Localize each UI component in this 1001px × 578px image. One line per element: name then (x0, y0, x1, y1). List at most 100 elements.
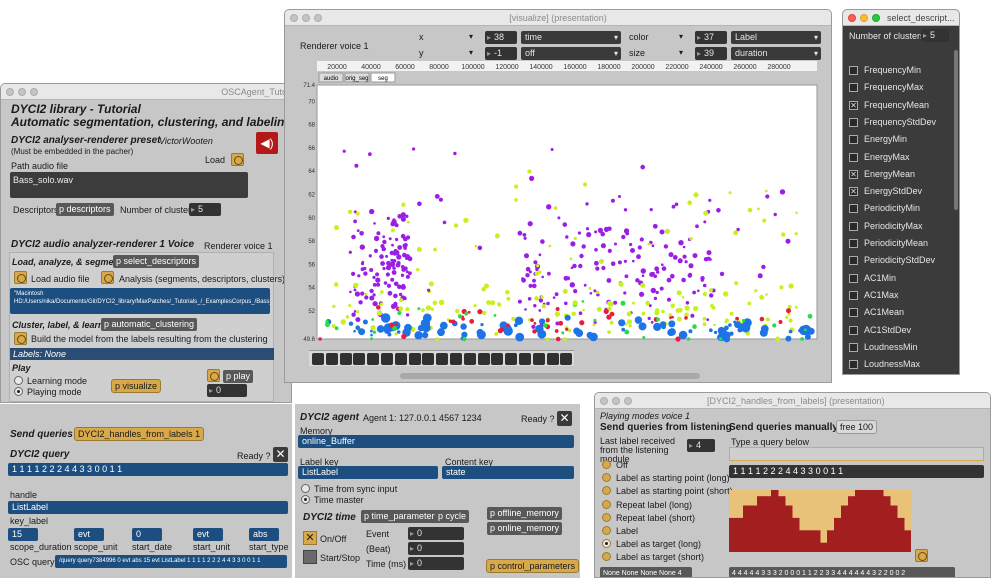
descriptor-checkbox-ac1min[interactable] (849, 273, 858, 283)
descriptor-checkbox-loudnessmax[interactable] (849, 360, 858, 370)
color-select[interactable]: Label (731, 31, 821, 44)
agent-close-button[interactable]: ✕ (557, 411, 572, 426)
timems-number[interactable]: 0 (408, 557, 464, 570)
auto-cluster-object[interactable]: p automatic_clustering (101, 318, 198, 331)
playing-mode-radio[interactable] (14, 387, 23, 396)
size-select[interactable]: duration (731, 47, 821, 60)
param-start-unit[interactable]: evt (193, 528, 223, 541)
mode-radio[interactable] (602, 473, 611, 483)
x-select[interactable]: time (521, 31, 621, 44)
descriptor-checkbox-energystddev[interactable]: ✕ (849, 187, 858, 197)
toolbar-tool-icon[interactable] (325, 353, 338, 365)
descriptor-checkbox-ac1mean[interactable] (849, 308, 858, 318)
descriptor-checkbox-periodicitymin[interactable] (849, 204, 858, 214)
y-select[interactable]: off (521, 47, 621, 60)
descriptor-checkbox-ac1max[interactable] (849, 290, 858, 300)
mode-radio[interactable] (602, 526, 611, 535)
online-memory-object[interactable]: p online_memory (487, 522, 563, 535)
minimize-light[interactable] (860, 14, 868, 22)
mode-radio[interactable] (602, 512, 611, 522)
color-dropdown-arrow[interactable]: ▾ (679, 32, 683, 41)
play-toggle[interactable] (207, 369, 220, 382)
horizontal-scrollbar[interactable] (400, 373, 700, 379)
mode-radio[interactable] (602, 460, 611, 469)
play-object[interactable]: p play (223, 370, 254, 383)
param-start-date[interactable]: 0 (132, 528, 162, 541)
param-start-type[interactable]: abs (249, 528, 279, 541)
multislider[interactable] (729, 490, 911, 552)
close-light[interactable] (848, 14, 856, 22)
descriptors-object[interactable]: p descriptors (56, 203, 114, 216)
mode-radio[interactable] (602, 499, 611, 509)
window-controls[interactable] (6, 88, 38, 96)
last-label-number[interactable]: 4 (687, 439, 715, 452)
descriptor-checkbox-periodicitymean[interactable] (849, 239, 858, 248)
select-descriptors-titlebar[interactable]: select_descript... (843, 10, 959, 26)
vertical-scrollbar[interactable] (954, 50, 958, 210)
learning-mode-radio[interactable] (14, 376, 23, 385)
descriptor-checkbox-energymax[interactable] (849, 152, 858, 162)
handle-value[interactable]: ListLabel (8, 501, 288, 514)
audio-file-field[interactable]: Bass_solo.wav (10, 172, 248, 198)
color-number[interactable]: 37 (695, 31, 727, 44)
memory-value[interactable]: online_Buffer (298, 435, 574, 448)
toolbar-tool-icon[interactable] (339, 353, 352, 365)
close-light[interactable] (290, 14, 298, 22)
free-message[interactable]: free 100 (836, 420, 878, 434)
cycle-object[interactable]: p cycle (435, 510, 470, 523)
toolbar-tool-icon[interactable] (546, 353, 559, 365)
full-path-message[interactable]: "Macintosh HD:/Users/nika/Documents/Git/… (10, 288, 270, 314)
offline-memory-object[interactable]: p offline_memory (487, 507, 562, 520)
query-sequence[interactable]: 1 1 1 1 2 2 2 4 4 3 3 0 0 1 1 (8, 463, 288, 476)
zoom-light[interactable] (30, 88, 38, 96)
toolbar-tool-icon[interactable] (312, 353, 324, 365)
query-close-button[interactable]: ✕ (273, 447, 288, 462)
event-number[interactable]: 0 (408, 527, 464, 540)
osc-agent-titlebar[interactable]: OSCAgent_Tuto (1, 84, 291, 100)
y-number[interactable]: -1 (485, 47, 517, 60)
onoff-toggle[interactable]: ✕ (303, 531, 317, 545)
scatter-plot[interactable]: 20000 40000 60000 80000 100000 120000 140000 16… (303, 61, 821, 345)
nclusters-number[interactable]: 5 (189, 203, 221, 216)
speaker-button[interactable]: ◀) (256, 132, 278, 154)
zoom-light[interactable] (314, 14, 322, 22)
play-number[interactable]: 0 (207, 384, 247, 397)
window-controls[interactable] (848, 14, 880, 22)
osc-query-value[interactable]: /query query7384996 0 evt abs 15 evt Lis… (55, 555, 287, 568)
visualize-titlebar[interactable]: [visualize] (presentation) (285, 10, 831, 26)
query-text-input[interactable] (729, 447, 984, 461)
descriptor-checkbox-energymin[interactable] (849, 135, 858, 145)
toolbar-tool-icon[interactable] (477, 353, 490, 365)
close-light[interactable] (6, 88, 14, 96)
mode-radio[interactable] (602, 552, 611, 562)
send-query-toggle[interactable] (915, 549, 928, 562)
zoom-light[interactable] (872, 14, 880, 22)
toolbar-tool-icon[interactable] (519, 353, 531, 365)
label-key-value[interactable]: ListLabel (298, 466, 438, 479)
load-toggle[interactable] (231, 153, 244, 166)
toolbar-tool-icon[interactable] (422, 353, 435, 365)
descriptor-checkbox-ac1stddev[interactable] (849, 325, 858, 335)
descriptor-checkbox-frequencymax[interactable] (849, 83, 858, 93)
descriptor-checkbox-frequencymean[interactable]: ✕ (849, 100, 858, 110)
time-params-object[interactable]: p time_parameters (361, 510, 443, 523)
descriptor-checkbox-periodicitymax[interactable] (849, 221, 858, 231)
handles-object[interactable]: DYCI2_handles_from_labels 1 (74, 427, 205, 441)
x-number[interactable]: 38 (485, 31, 517, 44)
typed-sequence[interactable]: 1 1 1 1 2 2 2 4 4 3 3 0 0 1 1 (729, 465, 984, 478)
time-sync-radio[interactable] (301, 484, 310, 493)
toolbar-tool-icon[interactable] (505, 353, 518, 365)
content-key-value[interactable]: state (442, 466, 574, 479)
window-controls[interactable] (290, 14, 322, 22)
param-scope-duration[interactable]: 15 (8, 528, 38, 541)
minimize-light[interactable] (612, 397, 620, 405)
size-number[interactable]: 39 (695, 47, 727, 60)
analysis-toggle[interactable] (101, 271, 114, 284)
load-audio-toggle[interactable] (14, 271, 27, 284)
param-scope-unit[interactable]: evt (74, 528, 104, 541)
visualize-object[interactable]: p visualize (111, 379, 162, 393)
toolbar-tool-icon[interactable] (491, 353, 504, 365)
toolbar-tool-icon[interactable] (560, 353, 573, 365)
control-params-object[interactable]: p control_parameters (486, 559, 580, 573)
build-model-toggle[interactable] (14, 332, 27, 345)
